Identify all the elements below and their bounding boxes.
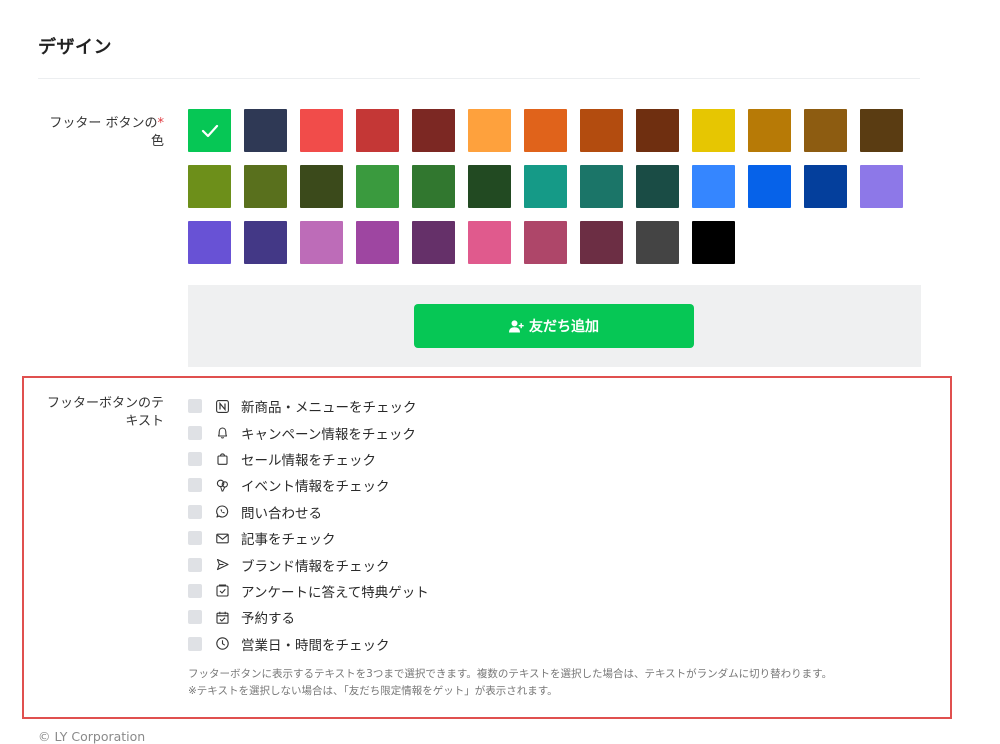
color-swatch[interactable] xyxy=(692,221,735,264)
color-swatch[interactable] xyxy=(580,109,623,152)
text-option[interactable]: 予約する xyxy=(188,604,429,630)
color-swatch[interactable] xyxy=(524,109,567,152)
copyright: © LY Corporation xyxy=(38,729,146,744)
text-option[interactable]: ブランド情報をチェック xyxy=(188,551,429,577)
text-option-label: 予約する xyxy=(241,611,295,628)
text-option-label: ブランド情報をチェック xyxy=(241,558,390,575)
color-swatch[interactable] xyxy=(748,109,791,152)
color-swatch[interactable] xyxy=(468,109,511,152)
color-swatch[interactable] xyxy=(188,221,231,264)
send-icon xyxy=(215,558,229,572)
color-swatch[interactable] xyxy=(412,109,455,152)
color-swatch-grid xyxy=(188,109,908,264)
clock-icon xyxy=(215,637,229,651)
color-swatch[interactable] xyxy=(188,165,231,208)
color-swatch[interactable] xyxy=(636,109,679,152)
text-option-label: イベント情報をチェック xyxy=(241,479,390,496)
text-option[interactable]: キャンペーン情報をチェック xyxy=(188,419,429,445)
section-divider xyxy=(38,78,920,79)
color-swatch[interactable] xyxy=(636,221,679,264)
text-option[interactable]: 新商品・メニューをチェック xyxy=(188,393,429,419)
color-swatch[interactable] xyxy=(692,109,735,152)
phone-chat-icon xyxy=(215,505,229,519)
color-swatch[interactable] xyxy=(356,221,399,264)
bell-icon xyxy=(215,426,229,440)
text-option-checkbox[interactable] xyxy=(188,399,202,414)
color-swatch[interactable] xyxy=(244,221,287,264)
text-option-checkbox[interactable] xyxy=(188,636,202,651)
mail-icon xyxy=(215,531,229,545)
news-icon xyxy=(215,399,229,413)
color-swatch[interactable] xyxy=(860,165,903,208)
color-swatch[interactable] xyxy=(524,165,567,208)
text-option[interactable]: 記事をチェック xyxy=(188,525,429,551)
footer-button-text-label: フッターボタンのテ キスト xyxy=(34,395,164,431)
check-icon xyxy=(188,109,231,152)
add-friend-label: 友だち追加 xyxy=(529,319,599,335)
text-option-label: 問い合わせる xyxy=(241,505,322,522)
footer-button-color-label-tail: 色 xyxy=(150,134,164,149)
color-swatch[interactable] xyxy=(692,165,735,208)
survey-icon xyxy=(215,584,229,598)
footer-button-color-label-text: フッター ボタンの xyxy=(49,116,158,131)
text-option[interactable]: 問い合わせる xyxy=(188,499,429,525)
color-swatch[interactable] xyxy=(356,165,399,208)
help-text-line-1: フッターボタンに表示するテキストを3つまで選択できます。複数のテキストを選択した… xyxy=(188,668,833,680)
help-text-line-2: ※テキストを選択しない場合は、「友だち限定情報をゲット」が表示されます。 xyxy=(188,685,558,697)
color-swatch[interactable] xyxy=(860,109,903,152)
color-swatch[interactable] xyxy=(244,165,287,208)
required-mark: * xyxy=(157,116,165,131)
add-friend-button[interactable]: 友だち追加 xyxy=(414,304,694,348)
color-swatch[interactable] xyxy=(300,165,343,208)
color-swatch[interactable] xyxy=(412,221,455,264)
footer-button-text-label-tail: キスト xyxy=(125,414,164,429)
section-title: デザイン xyxy=(38,37,112,58)
text-option-checkbox[interactable] xyxy=(188,504,202,519)
color-swatch[interactable] xyxy=(412,165,455,208)
text-option[interactable]: イベント情報をチェック xyxy=(188,472,429,498)
text-option-checkbox[interactable] xyxy=(188,610,202,625)
balloon-icon xyxy=(215,478,229,492)
text-option-label: セール情報をチェック xyxy=(241,452,376,469)
color-swatch[interactable] xyxy=(524,221,567,264)
text-option-checkbox[interactable] xyxy=(188,583,202,598)
color-swatch[interactable] xyxy=(468,221,511,264)
shopping-bag-icon xyxy=(215,452,229,466)
color-swatch[interactable] xyxy=(300,221,343,264)
color-swatch[interactable] xyxy=(636,165,679,208)
color-swatch[interactable] xyxy=(580,221,623,264)
text-option-label: キャンペーン情報をチェック xyxy=(241,426,416,443)
help-text: フッターボタンに表示するテキストを3つまで選択できます。複数のテキストを選択した… xyxy=(188,666,832,700)
calendar-check-icon xyxy=(215,610,229,624)
footer-preview: 友だち追加 xyxy=(188,285,921,367)
text-option-label: アンケートに答えて特典ゲット xyxy=(241,584,429,601)
color-swatch[interactable] xyxy=(804,109,847,152)
color-swatch[interactable] xyxy=(468,165,511,208)
color-swatch[interactable] xyxy=(580,165,623,208)
footer-button-color-label: フッター ボタンの* 色 xyxy=(34,115,164,151)
text-option[interactable]: セール情報をチェック xyxy=(188,446,429,472)
text-option-checkbox[interactable] xyxy=(188,425,202,440)
color-swatch[interactable] xyxy=(804,165,847,208)
text-option-label: 新商品・メニューをチェック xyxy=(241,400,417,417)
text-option-label: 記事をチェック xyxy=(241,532,336,549)
text-option-checkbox[interactable] xyxy=(188,478,202,493)
text-option-checkbox[interactable] xyxy=(188,451,202,466)
color-swatch[interactable] xyxy=(356,109,399,152)
text-option-label: 営業日・時間をチェック xyxy=(241,637,390,654)
color-swatch[interactable] xyxy=(300,109,343,152)
text-option[interactable]: 営業日・時間をチェック xyxy=(188,631,429,657)
text-option-list: 新商品・メニューをチェック キャンペーン情報をチェック セール情報をチェック イベント… xyxy=(188,393,429,657)
footer-button-text-label-text: フッターボタンのテ xyxy=(46,396,164,411)
text-option[interactable]: アンケートに答えて特典ゲット xyxy=(188,578,429,604)
add-friend-icon xyxy=(509,319,529,333)
color-swatch[interactable] xyxy=(748,165,791,208)
text-option-checkbox[interactable] xyxy=(188,557,202,572)
design-page: デザイン フッター ボタンの* 色 友だち追加 フッターボタンのテ キスト 新商… xyxy=(0,0,1000,744)
color-swatch[interactable] xyxy=(188,109,231,152)
text-option-checkbox[interactable] xyxy=(188,531,202,546)
color-swatch[interactable] xyxy=(244,109,287,152)
